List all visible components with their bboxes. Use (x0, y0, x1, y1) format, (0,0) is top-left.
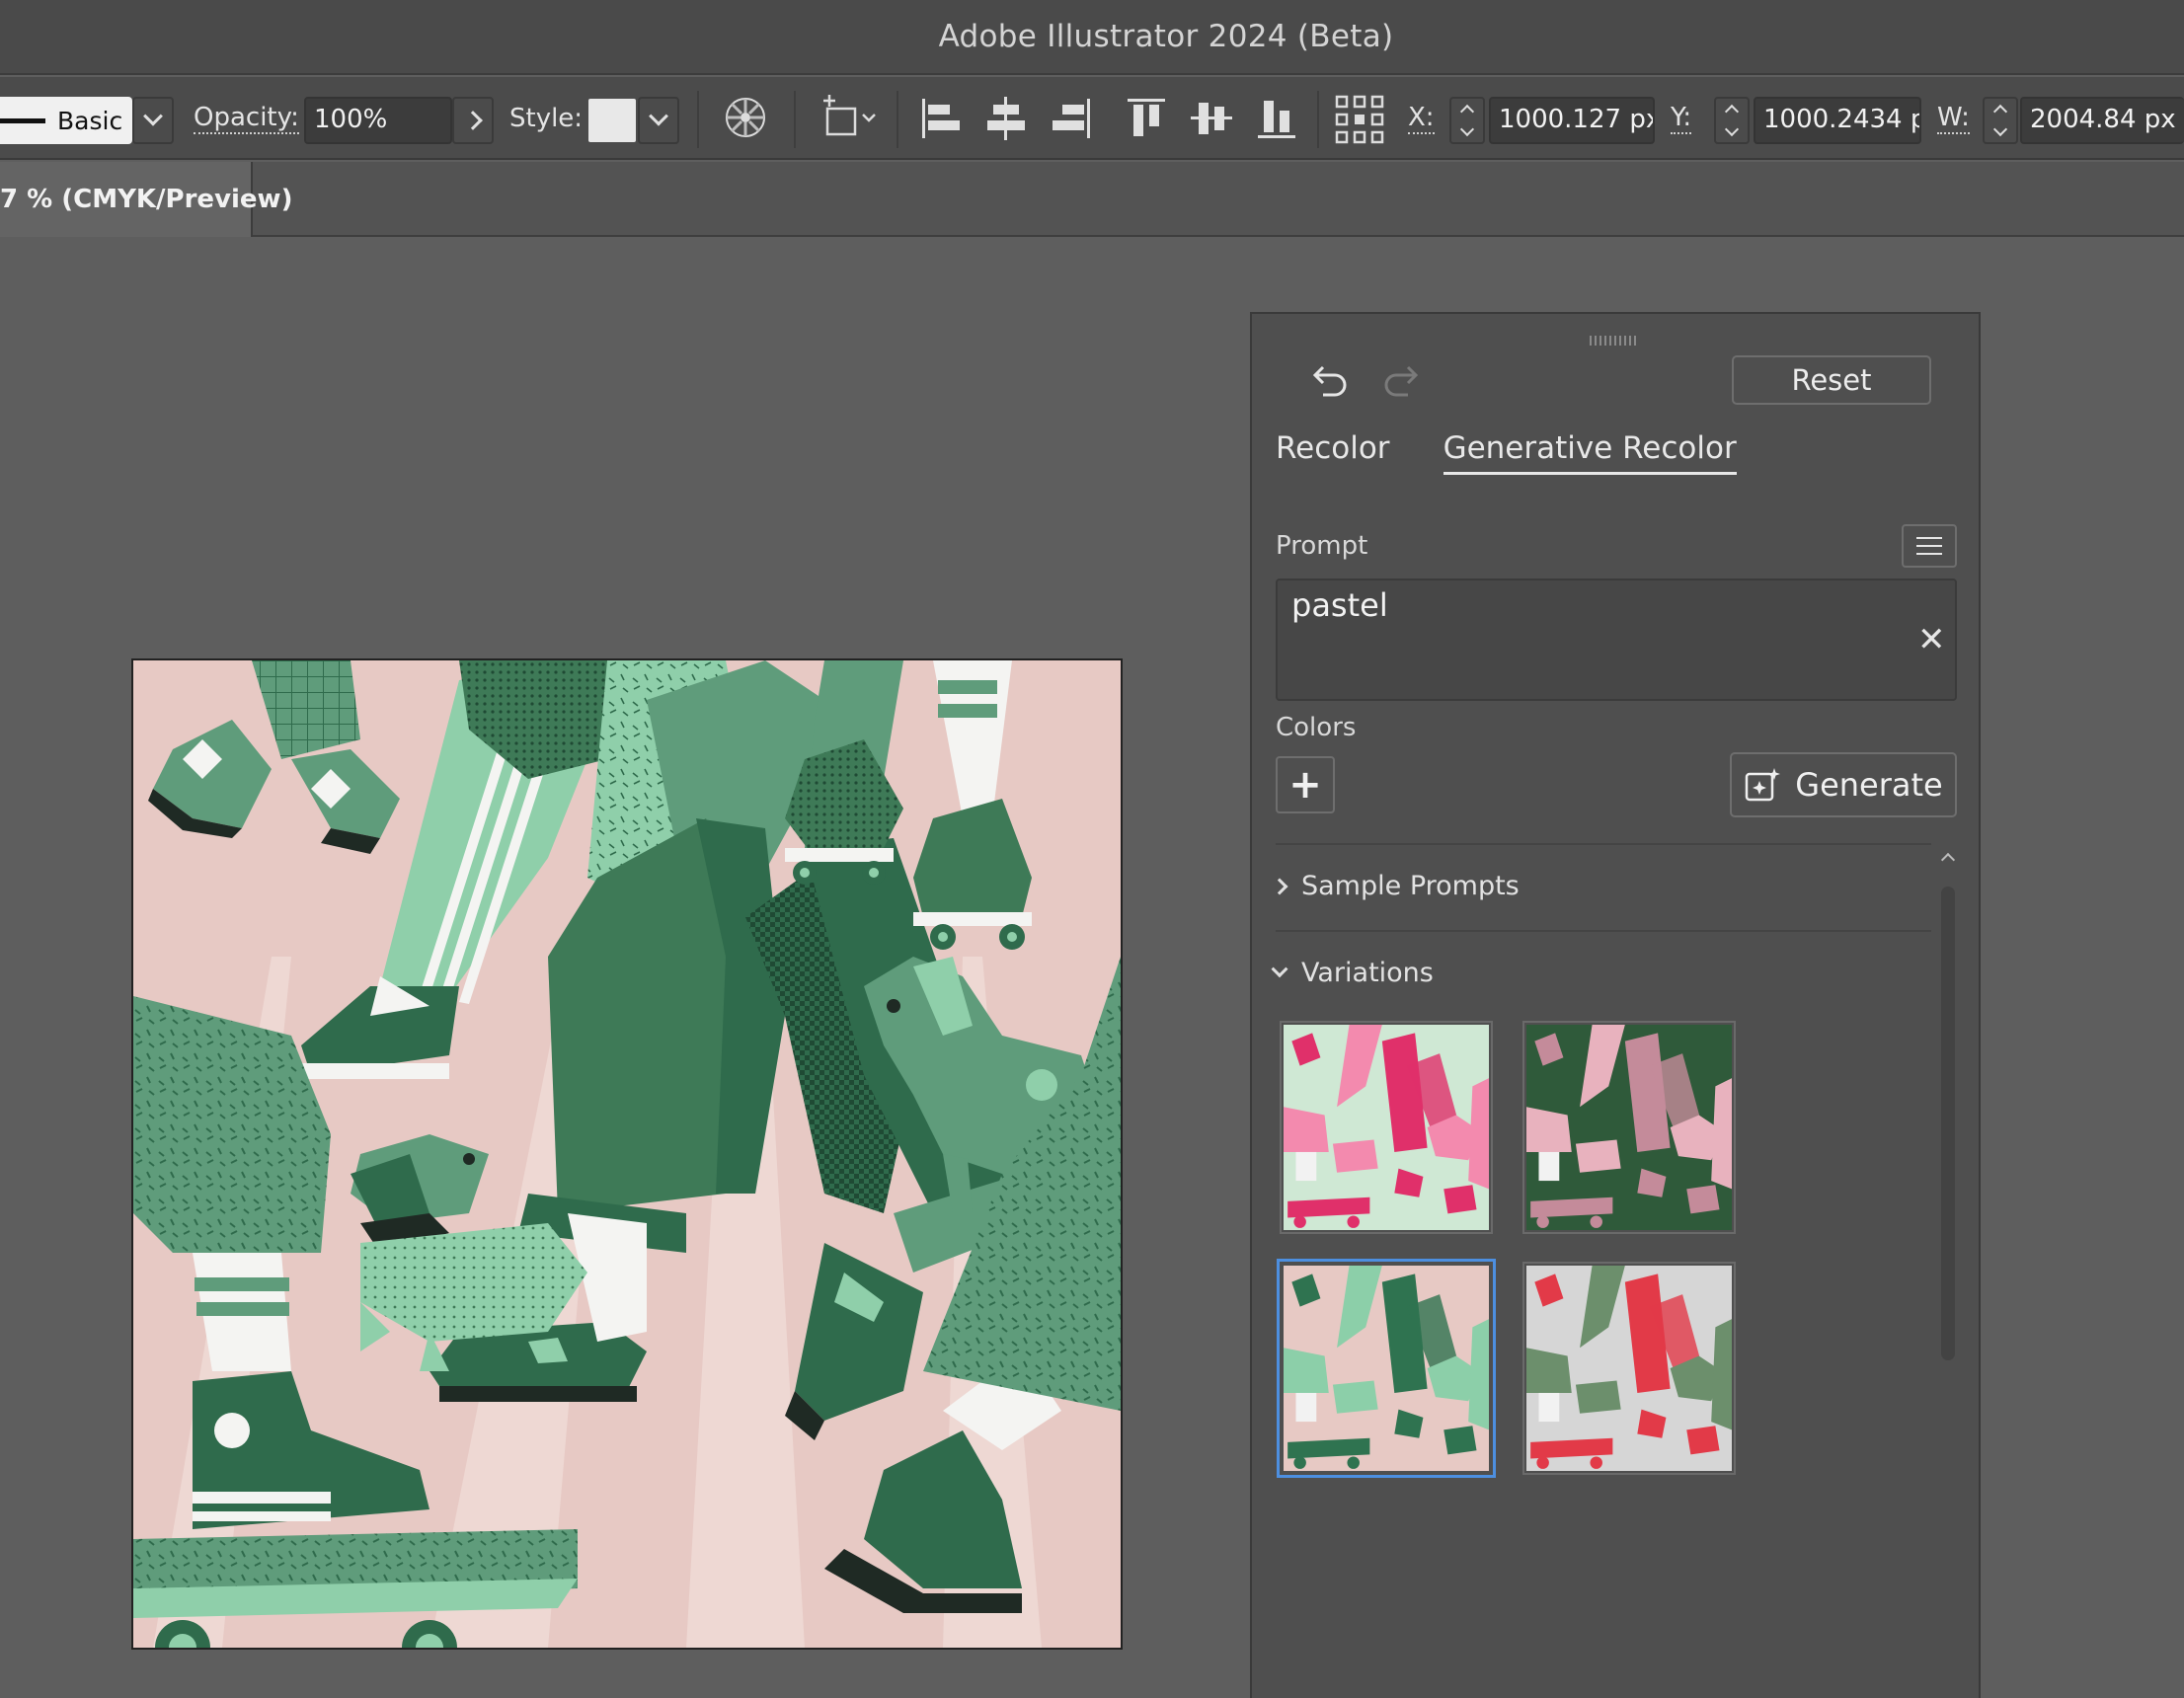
style-label-wrap: Style: (509, 77, 583, 160)
stroke-line-icon (0, 117, 45, 123)
app-title: Adobe Illustrator 2024 (Beta) (938, 19, 1394, 54)
align-left-icon[interactable] (918, 95, 964, 142)
variation-thumbnail[interactable] (1522, 1262, 1736, 1475)
title-bar: Adobe Illustrator 2024 (Beta) (0, 0, 2184, 75)
style-label: Style: (509, 104, 584, 133)
x-input[interactable]: 1000.127 px (1489, 97, 1655, 144)
tab-generative-recolor[interactable]: Generative Recolor (1443, 430, 1737, 475)
align-right-icon[interactable] (1049, 95, 1094, 142)
align-vertical-center-icon[interactable] (1189, 95, 1234, 142)
artboard[interactable] (131, 658, 1123, 1650)
align-horizontal-center-icon[interactable] (983, 95, 1029, 142)
variation-thumbnail[interactable] (1277, 1259, 1496, 1478)
style-dropdown[interactable] (638, 97, 679, 144)
redo-icon[interactable] (1380, 363, 1424, 403)
section-divider (1276, 843, 1931, 845)
section-divider (1276, 930, 1931, 932)
y-label[interactable]: Y: (1671, 103, 1692, 134)
transform-menu-icon[interactable] (819, 95, 883, 142)
colors-label: Colors (1276, 713, 1357, 742)
generate-label: Generate (1795, 766, 1943, 804)
stroke-profile-dropdown[interactable] (132, 97, 174, 144)
variation-thumbnail[interactable] (1522, 1021, 1736, 1234)
document-tab[interactable]: 7 % (CMYK/Preview) (0, 162, 292, 237)
align-bottom-icon[interactable] (1254, 95, 1299, 142)
opacity-expand-button[interactable] (452, 97, 494, 144)
sample-prompts-label: Sample Prompts (1301, 871, 1520, 901)
w-input[interactable]: 2004.84 px (2020, 97, 2184, 144)
w-stepper[interactable] (1983, 97, 2018, 144)
toolbar-divider (697, 91, 699, 148)
variation-thumbnail[interactable] (1280, 1021, 1493, 1234)
generate-sparkle-icon (1746, 768, 1781, 802)
prompt-input[interactable]: pastel ✕ (1276, 579, 1957, 701)
reset-button[interactable]: Reset (1732, 355, 1931, 405)
chevron-down-icon (143, 106, 163, 126)
document-tab-label: 7 % (CMYK/Preview) (0, 185, 293, 214)
variations-toggle[interactable]: Variations (1271, 958, 1434, 988)
y-label-wrap: Y: (1671, 77, 1692, 160)
chevron-down-icon (1271, 960, 1288, 977)
artwork-illustration (133, 660, 1121, 1648)
y-stepper[interactable] (1714, 97, 1750, 144)
prompt-label: Prompt (1276, 531, 1368, 561)
sample-prompts-toggle[interactable]: Sample Prompts (1271, 871, 1520, 901)
toolbar-divider (1317, 91, 1319, 148)
toolbar-divider (897, 91, 898, 148)
x-stepper[interactable] (1449, 97, 1485, 144)
variations-label: Variations (1301, 958, 1434, 988)
x-label[interactable]: X: (1408, 103, 1435, 134)
graphic-style-swatch[interactable] (588, 99, 636, 142)
generate-button[interactable]: Generate (1730, 752, 1957, 817)
w-label-wrap: W: (1937, 77, 1970, 160)
add-color-button[interactable]: + (1276, 756, 1335, 813)
recolor-tabs: Recolor Generative Recolor (1276, 430, 1737, 475)
prompt-menu-button[interactable] (1902, 524, 1957, 568)
recolor-panel: Reset Recolor Generative Recolor Prompt … (1250, 312, 1981, 1698)
toolbar-divider (794, 91, 796, 148)
align-top-icon[interactable] (1124, 95, 1169, 142)
reference-point-icon[interactable] (1335, 95, 1384, 144)
prompt-value: pastel (1291, 586, 1388, 624)
stroke-profile-label: Basic (57, 106, 123, 135)
opacity-input[interactable]: 100% (304, 97, 452, 144)
control-bar: Basic Opacity: 100% Style: X: 1000.127 p… (0, 77, 2184, 160)
chevron-down-icon (649, 106, 668, 126)
scroll-thumb[interactable] (1941, 887, 1955, 1360)
x-label-wrap: X: (1408, 77, 1435, 160)
tab-recolor[interactable]: Recolor (1276, 430, 1390, 475)
clear-prompt-icon[interactable]: ✕ (1917, 620, 1946, 659)
opacity-label-wrap: Opacity: (194, 77, 299, 160)
opacity-label[interactable]: Opacity: (194, 103, 299, 134)
scroll-up-icon[interactable] (1940, 852, 1956, 868)
chevron-right-icon (1271, 878, 1288, 894)
panel-scrollbar[interactable] (1937, 847, 1959, 1698)
chevron-right-icon (463, 111, 483, 130)
recolor-artwork-icon[interactable] (723, 95, 768, 140)
undo-icon[interactable] (1307, 363, 1351, 403)
panel-drag-handle[interactable] (1590, 336, 1639, 346)
y-input[interactable]: 1000.2434 px (1754, 97, 1921, 144)
document-tab-bar: 7 % (CMYK/Preview) (0, 162, 2184, 237)
stroke-profile-field[interactable]: Basic (0, 97, 132, 144)
w-label[interactable]: W: (1937, 103, 1970, 134)
